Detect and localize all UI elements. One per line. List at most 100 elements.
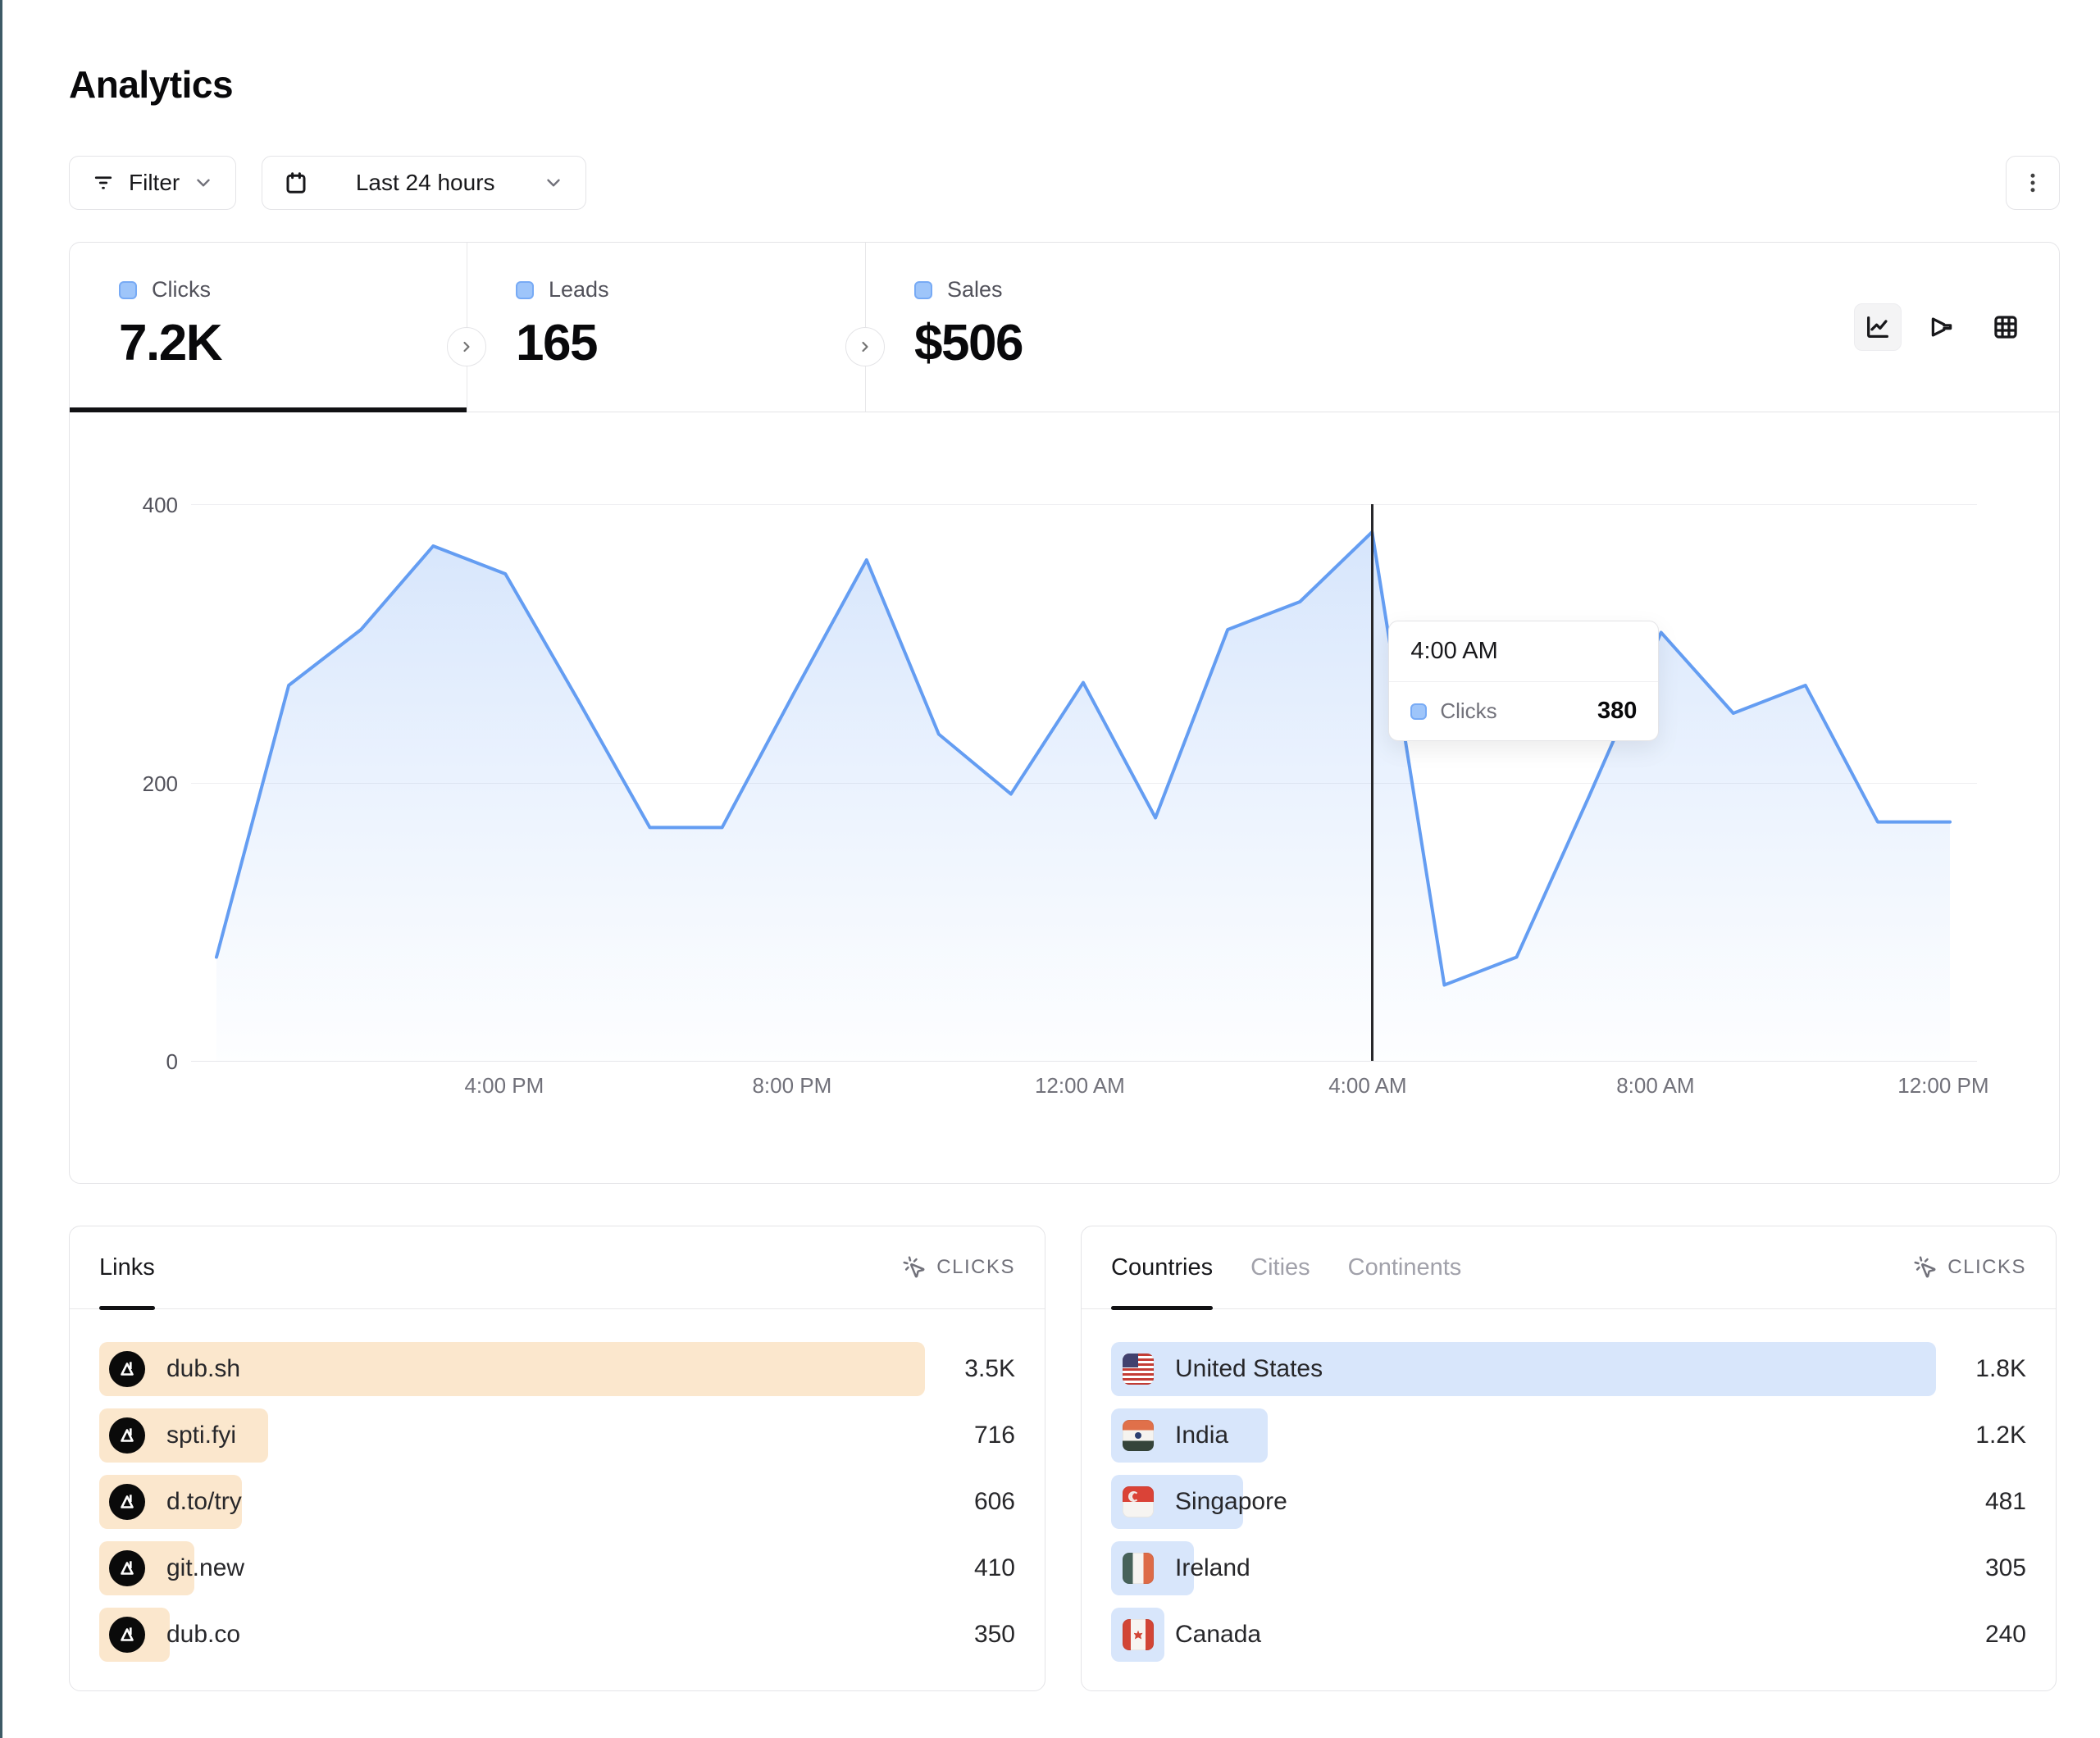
country-row[interactable]: India 1.2K <box>1111 1408 2026 1463</box>
active-tab-indicator <box>1111 1306 1213 1310</box>
page-title: Analytics <box>69 62 233 107</box>
link-label: spti.fyi <box>166 1422 236 1449</box>
link-label: dub.co <box>166 1621 240 1649</box>
stat-tabs: Clicks 7.2K Leads 165 <box>70 243 2059 412</box>
y-axis-tick: 200 <box>104 771 178 797</box>
country-row[interactable]: Ireland 305 <box>1111 1541 2026 1595</box>
link-row[interactable]: git.new 410 <box>99 1541 1015 1595</box>
link-label: dub.sh <box>166 1355 240 1383</box>
table-view-button[interactable] <box>1982 303 2029 351</box>
tab-label: Countries <box>1111 1254 1213 1281</box>
analytics-chart-card: Clicks 7.2K Leads 165 <box>69 242 2060 1184</box>
chevron-right-icon <box>857 339 873 355</box>
tab-label: Continents <box>1348 1254 1462 1281</box>
link-clicks-value: 410 <box>925 1554 1015 1582</box>
x-axis-tick: 8:00 AM <box>1616 1073 1694 1099</box>
country-clicks-value: 305 <box>1936 1554 2026 1582</box>
date-range-button[interactable]: Last 24 hours <box>262 156 586 210</box>
toolbar: Filter Last 24 hours <box>69 156 2060 210</box>
stat-value: 165 <box>516 314 865 372</box>
clicks-time-series-chart[interactable]: 400 200 0 4:00 AM <box>198 504 1969 1062</box>
countries-panel-header: Countries Cities Continents CLICKS <box>1082 1226 2056 1309</box>
dub-logo-icon <box>109 1484 145 1520</box>
tab-label: Cities <box>1250 1254 1310 1281</box>
link-row[interactable]: d.to/try 606 <box>99 1475 1015 1529</box>
dub-logo-icon <box>109 1351 145 1387</box>
clicks-legend-square <box>1410 703 1427 720</box>
link-label: git.new <box>166 1554 244 1582</box>
tooltip-time: 4:00 AM <box>1389 621 1658 682</box>
grid-icon <box>1992 313 2020 341</box>
country-row[interactable]: Canada 240 <box>1111 1608 2026 1662</box>
leads-legend-square <box>516 281 534 299</box>
link-label: d.to/try <box>166 1488 242 1516</box>
country-clicks-value: 481 <box>1936 1488 2026 1516</box>
expand-clicks-button[interactable] <box>447 327 486 366</box>
x-axis-tick: 4:00 AM <box>1328 1073 1406 1099</box>
stat-label: Clicks <box>152 277 211 303</box>
country-clicks-value: 1.8K <box>1936 1355 2026 1383</box>
tab-links[interactable]: Links <box>99 1226 155 1309</box>
country-label: Singapore <box>1175 1488 1287 1516</box>
stat-tab-leads[interactable]: Leads 165 <box>467 243 865 412</box>
links-panel-header: Links CLICKS <box>70 1226 1045 1309</box>
tooltip-series-label: Clicks <box>1440 698 1584 724</box>
tab-countries[interactable]: Countries <box>1111 1226 1213 1309</box>
line-chart-icon <box>1864 313 1892 341</box>
dub-logo-icon <box>109 1417 145 1454</box>
analytics-page: Analytics Filter Last 24 hours <box>0 0 2100 1738</box>
stat-value: 7.2K <box>119 314 467 372</box>
filter-button-label: Filter <box>129 170 180 196</box>
link-row[interactable]: dub.sh 3.5K <box>99 1342 1015 1396</box>
india-flag-icon <box>1123 1420 1154 1451</box>
link-clicks-value: 350 <box>925 1621 1015 1649</box>
link-clicks-value: 606 <box>925 1488 1015 1516</box>
x-axis-tick: 8:00 PM <box>752 1073 831 1099</box>
expand-leads-button[interactable] <box>845 327 885 366</box>
clicks-legend-square <box>119 281 137 299</box>
country-label: Canada <box>1175 1621 1261 1649</box>
filter-button[interactable]: Filter <box>69 156 236 210</box>
y-axis-tick: 0 <box>104 1049 178 1075</box>
metric-selector[interactable]: CLICKS <box>1913 1255 2026 1280</box>
active-tab-indicator <box>99 1306 155 1310</box>
canada-flag-icon <box>1123 1619 1154 1650</box>
date-range-label: Last 24 hours <box>321 170 530 196</box>
stat-tab-clicks[interactable]: Clicks 7.2K <box>70 243 467 412</box>
stat-label: Sales <box>947 277 1003 303</box>
hover-cursor-line <box>1371 504 1373 1061</box>
line-chart-view-button[interactable] <box>1854 303 1902 351</box>
link-row[interactable]: dub.co 350 <box>99 1608 1015 1662</box>
link-clicks-value: 3.5K <box>925 1355 1015 1383</box>
window-edge <box>0 0 2 1738</box>
dub-logo-icon <box>109 1617 145 1653</box>
country-row[interactable]: United States 1.8K <box>1111 1342 2026 1396</box>
mouse-pointer-click-icon <box>902 1255 927 1280</box>
tab-continents[interactable]: Continents <box>1348 1226 1462 1309</box>
funnel-view-button[interactable] <box>1918 303 1966 351</box>
chart-tooltip: 4:00 AM Clicks 380 <box>1388 621 1659 741</box>
country-label: Ireland <box>1175 1554 1250 1582</box>
area-series <box>198 504 1969 1062</box>
country-clicks-value: 240 <box>1936 1621 2026 1649</box>
tab-cities[interactable]: Cities <box>1250 1226 1310 1309</box>
metric-label: CLICKS <box>936 1256 1015 1279</box>
country-label: India <box>1175 1422 1228 1449</box>
tooltip-value: 380 <box>1597 698 1637 725</box>
more-options-button[interactable] <box>2006 156 2060 210</box>
funnel-icon <box>1928 313 1956 341</box>
ireland-flag-icon <box>1123 1553 1154 1584</box>
dub-logo-icon <box>109 1550 145 1586</box>
links-panel: Links CLICKS dub.sh 3.5K <box>69 1226 1045 1691</box>
metric-selector[interactable]: CLICKS <box>902 1255 1015 1280</box>
country-row[interactable]: Singapore 481 <box>1111 1475 2026 1529</box>
metric-label: CLICKS <box>1947 1256 2026 1279</box>
x-axis-tick: 12:00 AM <box>1035 1073 1125 1099</box>
x-axis-tick: 12:00 PM <box>1897 1073 1988 1099</box>
tab-label: Links <box>99 1254 155 1281</box>
kebab-menu-icon <box>2020 171 2045 195</box>
x-axis-tick: 4:00 PM <box>464 1073 544 1099</box>
chart-body: 400 200 0 4:00 AM <box>70 412 2059 1183</box>
link-row[interactable]: spti.fyi 716 <box>99 1408 1015 1463</box>
x-axis: 4:00 PM 8:00 PM 12:00 AM 4:00 AM 8:00 AM… <box>198 1073 1969 1106</box>
